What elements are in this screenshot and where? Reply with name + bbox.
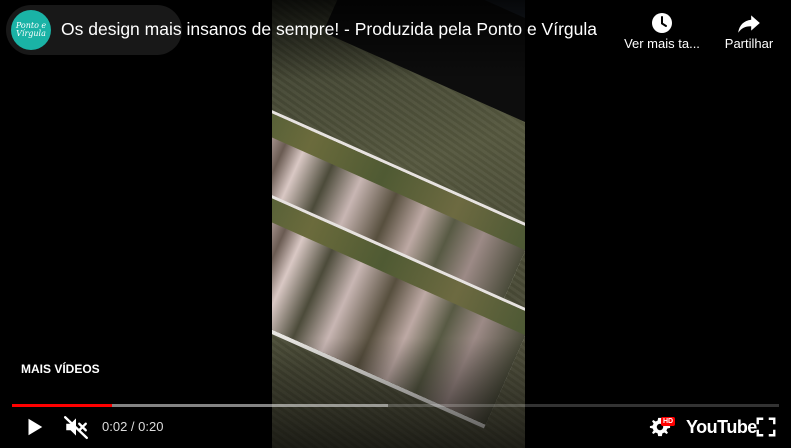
channel-avatar[interactable]: Ponto e Vírgula [11, 10, 51, 50]
youtube-logo[interactable]: YouTube [686, 417, 757, 438]
progress-bar[interactable] [12, 404, 779, 407]
clock-icon [652, 13, 672, 33]
play-icon [28, 418, 43, 436]
play-button[interactable] [20, 412, 48, 442]
share-button[interactable]: Partilhar [706, 10, 791, 51]
video-player[interactable]: Ponto e Vírgula Os design mais insanos d… [0, 0, 791, 448]
time-display: 0:02 / 0:20 [102, 419, 164, 434]
hd-badge: HD [661, 417, 676, 426]
fullscreen-icon [756, 417, 776, 437]
watch-later-button[interactable]: Ver mais ta... [619, 10, 705, 51]
watch-later-label: Ver mais ta... [624, 36, 700, 51]
video-title[interactable]: Os design mais insanos de sempre! - Prod… [61, 19, 597, 40]
volume-muted-icon [63, 416, 89, 440]
more-videos-button[interactable]: MAIS VÍDEOS [21, 362, 100, 376]
channel-avatar-text: Ponto e Vírgula [15, 21, 47, 38]
mute-button[interactable] [60, 412, 92, 442]
share-label: Partilhar [724, 36, 774, 51]
share-arrow-icon [738, 15, 760, 33]
progress-played [12, 404, 112, 407]
fullscreen-button[interactable] [752, 412, 780, 442]
